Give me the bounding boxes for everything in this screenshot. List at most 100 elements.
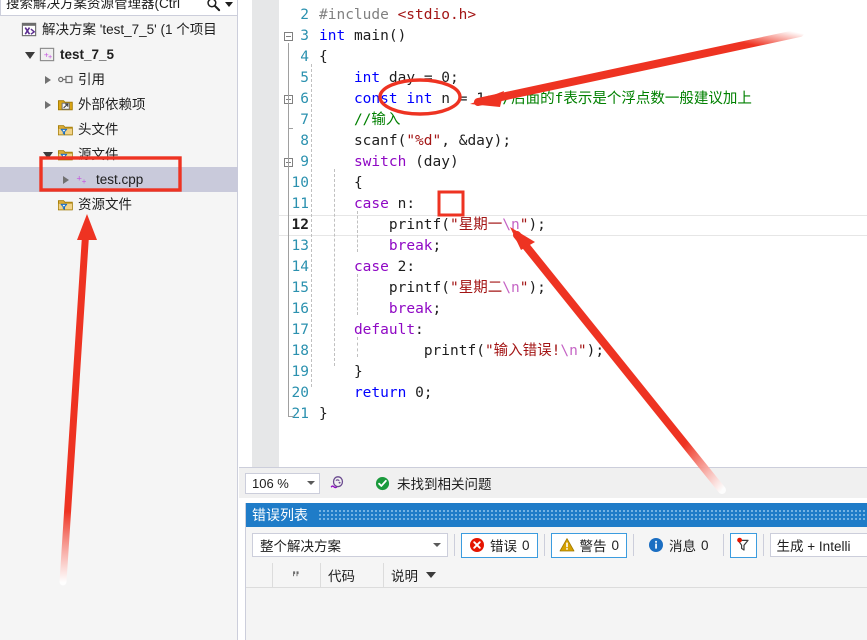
outline-collapse-box[interactable] <box>284 32 293 41</box>
errors-label: 错误 <box>490 539 517 554</box>
title-drag-dots[interactable] <box>318 509 867 521</box>
error-list-header-row: 代码 说明 <box>246 562 867 588</box>
code-line[interactable]: 4{ <box>239 47 867 68</box>
code-line[interactable]: 6 const int n = 1;//后面的f表示是个浮点数一般建议加上 <box>239 89 867 110</box>
error-list-rows[interactable] <box>246 588 867 640</box>
cpp-project-icon: + + <box>38 46 56 64</box>
code-text[interactable]: { <box>319 173 363 194</box>
tree-item-label: 解决方案 'test_7_5' (1 个项目 <box>42 21 217 37</box>
line-number: 16 <box>291 301 309 317</box>
filter-pin-button[interactable] <box>729 532 757 558</box>
solution-explorer-search-box[interactable]: 搜索解决方案资源管理器(Ctrl <box>0 0 238 16</box>
column-header-description-label: 说明 <box>391 569 418 584</box>
code-text[interactable]: //输入 <box>319 110 400 131</box>
tree-item-test.cpp[interactable]: + + test.cpp <box>0 167 238 192</box>
scope-value: 整个解决方案 <box>260 539 341 554</box>
error-list-title-bar[interactable]: 错误列表 <box>246 503 867 527</box>
warnings-toggle[interactable]: 警告 0 <box>550 532 628 558</box>
code-text[interactable]: scanf("%d", &day); <box>319 131 511 152</box>
tree-item-label: 源文件 <box>78 146 119 162</box>
sort-down-icon[interactable] <box>426 572 436 578</box>
line-number: 12 <box>291 217 309 233</box>
code-text[interactable]: printf("星期一\n"); <box>319 215 546 236</box>
outline-guide-line <box>288 106 289 128</box>
column-header-icon[interactable] <box>273 562 321 588</box>
chevron-down-icon[interactable] <box>307 481 315 485</box>
collapse-chevron-icon[interactable] <box>40 147 56 163</box>
cpp-file-icon: + + <box>74 171 92 189</box>
zoom-level-combo[interactable]: 106 % <box>245 472 320 494</box>
search-input[interactable]: 搜索解决方案资源管理器(Ctrl <box>6 0 206 15</box>
errors-count: 0 <box>522 537 530 553</box>
line-number: 8 <box>300 133 309 149</box>
chevron-down-icon[interactable] <box>225 1 233 7</box>
expand-chevron-icon[interactable] <box>40 72 56 88</box>
code-line[interactable]: 5 int day = 0; <box>239 68 867 89</box>
column-header-code[interactable]: 代码 <box>321 562 384 588</box>
code-text[interactable]: { <box>319 47 328 68</box>
filter-folder-icon <box>56 121 74 139</box>
code-text[interactable]: #include <stdio.h> <box>319 5 476 26</box>
tree-item-外部依赖项[interactable]: 外部依赖项 <box>0 92 238 117</box>
line-number: 3 <box>300 28 309 44</box>
code-text[interactable]: } <box>319 362 363 383</box>
filter-folder-icon <box>56 196 74 214</box>
code-editor[interactable]: 2 #include <stdio.h> 3 int main() 4{5 int da… <box>239 0 867 467</box>
build-filter-combo[interactable]: 生成 + Intelli <box>769 533 867 557</box>
line-number: 21 <box>291 406 309 422</box>
zoom-level-value: 106 % <box>252 475 289 491</box>
tree-item-解决方案-test_7_5-1-个项目[interactable]: 解决方案 'test_7_5' (1 个项目 <box>0 17 238 42</box>
code-text[interactable]: printf("输入错误!\n"); <box>319 341 604 362</box>
code-text[interactable]: return 0; <box>319 383 433 404</box>
column-header-code-label: 代码 <box>328 569 355 584</box>
code-line[interactable]: 3 int main() <box>239 26 867 47</box>
solution-explorer-panel: 搜索解决方案资源管理器(Ctrl 解决方案 'test_7_5' (1 个项目 … <box>0 0 238 640</box>
expand-chevron-icon[interactable] <box>40 97 56 113</box>
tree-item-引用[interactable]: 引用 <box>0 67 238 92</box>
code-text[interactable]: int main() <box>319 26 406 47</box>
code-text[interactable]: const int n = 1;//后面的f表示是个浮点数一般建议加上 <box>319 89 752 110</box>
code-text[interactable]: } <box>319 404 328 425</box>
chevron-down-icon[interactable] <box>433 543 441 547</box>
tree-item-label: 资源文件 <box>78 196 132 212</box>
search-icon[interactable] <box>206 0 221 12</box>
tree-item-源文件[interactable]: 源文件 <box>0 142 238 167</box>
messages-toggle[interactable]: 消息 0 <box>640 532 717 558</box>
build-filter-value: 生成 + Intelli <box>776 539 851 554</box>
line-number: 20 <box>291 385 309 401</box>
tree-item-资源文件[interactable]: 资源文件 <box>0 192 238 217</box>
code-line[interactable]: 7 //输入 <box>239 110 867 131</box>
error-list-toolbar: 整个解决方案 错误 0 警告 0 消息 0 生成 + Intelli <box>246 527 867 563</box>
tree-item-label: test_7_5 <box>60 46 115 62</box>
collapse-chevron-icon[interactable] <box>22 47 38 63</box>
code-line[interactable]: 20 return 0; <box>239 383 867 404</box>
no-issues-label: 未找到相关问题 <box>397 477 492 492</box>
code-text[interactable]: switch (day) <box>319 152 459 173</box>
column-header-blank[interactable] <box>246 562 273 588</box>
code-line[interactable]: 8 scanf("%d", &day); <box>239 131 867 152</box>
tree-item-test_7_5[interactable]: + + test_7_5 <box>0 42 238 67</box>
quote-icon <box>293 570 299 576</box>
svg-text:+: + <box>81 178 86 187</box>
errors-toggle[interactable]: 错误 0 <box>461 532 538 558</box>
expand-chevron-icon[interactable] <box>58 172 74 188</box>
scope-combo[interactable]: 整个解决方案 <box>252 533 448 557</box>
code-line[interactable]: 2 #include <stdio.h> <box>239 5 867 26</box>
column-header-description[interactable]: 说明 <box>384 563 444 588</box>
indent-guide-line <box>357 211 358 252</box>
editor-text-area[interactable]: 2 #include <stdio.h> 3 int main() 4{5 int da… <box>239 0 867 467</box>
filter-pin-icon <box>737 537 749 551</box>
code-text[interactable]: printf("星期二\n"); <box>319 278 546 299</box>
code-text[interactable]: break; <box>319 236 441 257</box>
outline-guide-end <box>288 128 293 129</box>
code-text[interactable]: int day = 0; <box>319 68 459 89</box>
toolbar-divider <box>762 534 764 556</box>
line-number: 4 <box>300 49 309 65</box>
toolbar-divider <box>722 534 724 556</box>
intellisense-icon[interactable] <box>327 474 345 492</box>
tree-item-头文件[interactable]: 头文件 <box>0 117 238 142</box>
code-line[interactable]: 21} <box>239 404 867 425</box>
code-text[interactable]: break; <box>319 299 441 320</box>
